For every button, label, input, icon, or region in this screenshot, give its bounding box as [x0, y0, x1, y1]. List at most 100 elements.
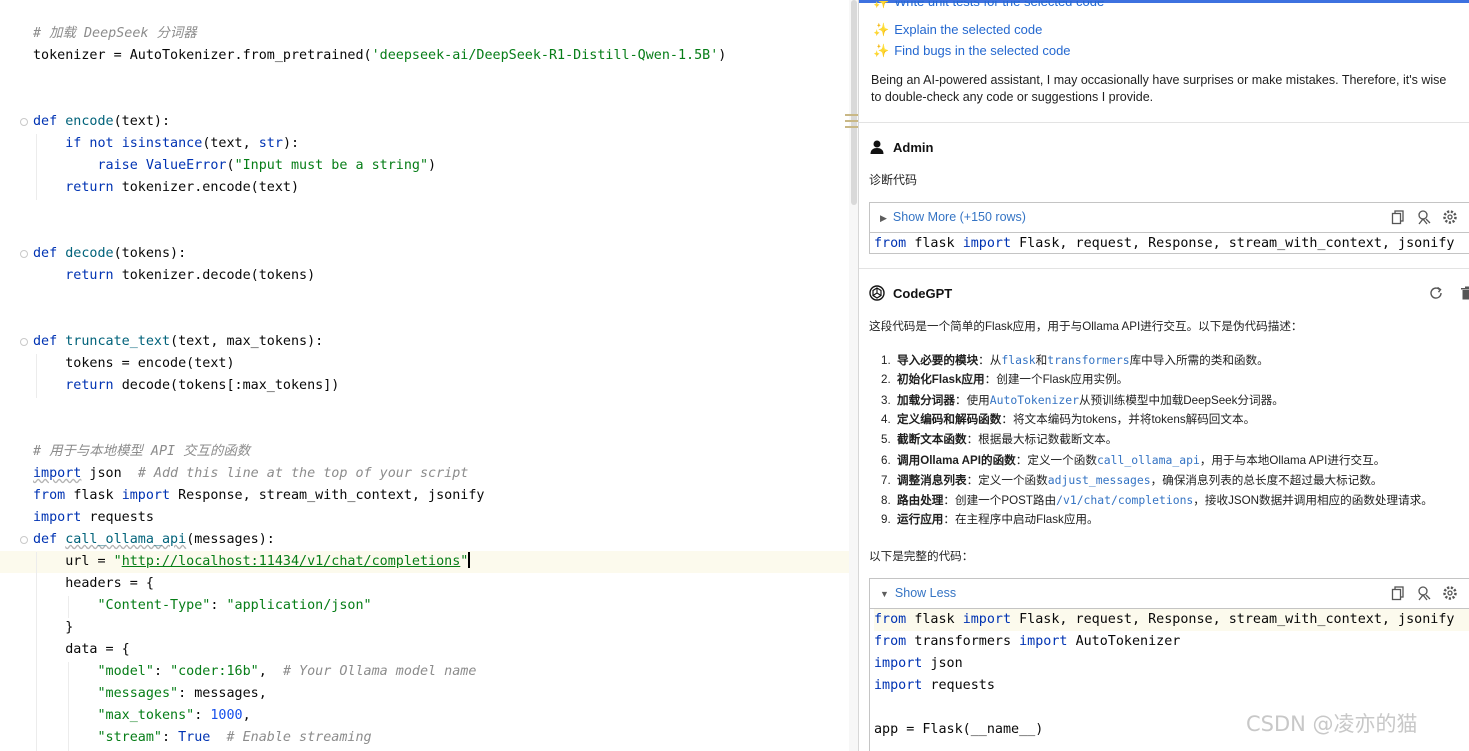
code-line-text: return tokenizer.encode(text) — [33, 177, 299, 199]
code-line[interactable] — [0, 67, 858, 89]
code-line[interactable]: headers = { — [0, 573, 858, 595]
code-line[interactable]: def call_ollama_api(messages): — [0, 529, 858, 551]
step-text: 和 — [1035, 354, 1048, 367]
suggestion-write-tests[interactable]: ✨ Write unit tests for the selected code — [873, 1, 1104, 15]
code-line[interactable]: "model": "coder:16b", # Your Ollama mode… — [0, 661, 858, 683]
splitter-grip[interactable] — [845, 114, 858, 116]
code-token: return — [33, 180, 122, 195]
code-line[interactable]: tokenizer = AutoTokenizer.from_pretraine… — [0, 45, 858, 67]
code-line-text: # 用于与本地模型 API 交互的函数 — [33, 441, 250, 463]
fold-marker[interactable] — [20, 118, 28, 126]
code-line[interactable]: # 用于与本地模型 API 交互的函数 — [0, 441, 858, 463]
code-line[interactable]: def truncate_text(text, max_tokens): — [0, 331, 858, 353]
trash-icon[interactable] — [1459, 285, 1469, 301]
code-line-text: tokens = encode(text) — [33, 353, 234, 375]
pseudocode-step-list: 1. 导入必要的模块：从flask和transformers库中导入所需的类和函数… — [881, 350, 1433, 530]
user-code-preview[interactable]: from flask import Flask, request, Respon… — [870, 233, 1469, 255]
user-code-block: ▶ Show More (+150 rows) from flask import… — [869, 202, 1469, 254]
expand-triangle-icon: ▶ — [880, 213, 887, 223]
code-line[interactable]: "Content-Type": "application/json" — [0, 595, 858, 617]
code-line-text: def truncate_text(text, max_tokens): — [33, 331, 323, 353]
code-line[interactable]: } — [0, 617, 858, 639]
code-token: Flask, request, Response, stream_with_co… — [1019, 612, 1455, 627]
code-line[interactable]: return tokenizer.decode(tokens) — [0, 265, 858, 287]
user-message-header: Admin — [869, 136, 933, 158]
show-more-toggle[interactable]: ▶ Show More (+150 rows) — [880, 210, 1026, 224]
splitter-grip[interactable] — [845, 120, 858, 122]
code-line[interactable]: return decode(tokens[:max_tokens]) — [0, 375, 858, 397]
step-number: 9. — [881, 513, 891, 526]
step-number: 5. — [881, 433, 891, 446]
code-line[interactable] — [0, 287, 858, 309]
code-editor[interactable]: # 加载 DeepSeek 分词器 tokenizer = AutoTokeniz… — [0, 0, 858, 751]
code-token: tokenizer.encode(text) — [121, 180, 300, 195]
show-less-toggle[interactable]: ▼ Show Less — [880, 586, 956, 600]
pseudocode-step: 3. 加载分词器：使用AutoTokenizer从预训练模型中加载DeepSeek… — [881, 390, 1433, 410]
code-line[interactable] — [0, 397, 858, 419]
code-line[interactable] — [0, 309, 858, 331]
copy-icon[interactable] — [1390, 209, 1406, 225]
code-line[interactable]: data = { — [0, 639, 858, 661]
code-line-text: if not isinstance(text, str): — [33, 133, 299, 155]
copy-icon[interactable] — [1390, 585, 1406, 601]
code-line[interactable]: def encode(text): — [0, 111, 858, 133]
code-line[interactable]: def decode(tokens): — [0, 243, 858, 265]
code-line[interactable]: url = "http://localhost:11434/v1/chat/co… — [0, 551, 858, 573]
fold-marker[interactable] — [20, 250, 28, 258]
code-token: import — [962, 612, 1020, 627]
code-line[interactable] — [0, 89, 858, 111]
splitter-grip[interactable] — [845, 126, 858, 128]
code-line-text: "max_tokens": 1000, — [33, 705, 250, 727]
gear-icon[interactable] — [1442, 209, 1458, 225]
code-token: " — [113, 554, 122, 569]
code-line[interactable]: raise ValueError("Input must be a string… — [0, 155, 858, 177]
step-title: 初始化Flask应用 — [897, 373, 985, 386]
code-line[interactable] — [0, 199, 858, 221]
step-text: ，确保消息列表的总长度不超过最大标记数。 — [1150, 474, 1383, 487]
show-more-label: Show More (+150 rows) — [892, 210, 1026, 224]
code-line[interactable] — [0, 221, 858, 243]
code-token: if not — [33, 136, 122, 151]
code-line[interactable] — [0, 419, 858, 441]
step-title: 导入必要的模块 — [897, 354, 979, 367]
diff-icon[interactable] — [1416, 209, 1432, 225]
diff-icon[interactable] — [1416, 585, 1432, 601]
code-line[interactable]: from flask import Response, stream_with_… — [0, 485, 858, 507]
user-message-text: 诊断代码 — [869, 173, 918, 187]
suggestion-explain-code[interactable]: ✨ Explain the selected code — [873, 22, 1042, 40]
code-line[interactable]: tokens = encode(text) — [0, 353, 858, 375]
code-token: ) — [428, 158, 437, 173]
user-name: Admin — [893, 139, 934, 155]
code-line[interactable]: "messages": messages, — [0, 683, 858, 705]
regenerate-icon[interactable] — [1428, 285, 1444, 301]
code-token: "coder:16b" — [170, 664, 259, 679]
code-line[interactable]: "max_tokens": 1000, — [0, 705, 858, 727]
code-line[interactable]: import json # Add this line at the top o… — [0, 463, 858, 485]
code-token: import — [121, 488, 179, 503]
code-token: from — [33, 488, 74, 503]
step-title: 加载分词器 — [897, 394, 955, 407]
code-line-text: import requests — [33, 507, 154, 529]
code-line[interactable]: if not isinstance(text, str): — [0, 133, 858, 155]
gear-icon[interactable] — [1442, 585, 1458, 601]
code-token: url = — [33, 554, 114, 569]
editor-scrollbar-thumb[interactable] — [851, 0, 857, 205]
code-token: AutoTokenizer — [1075, 634, 1181, 649]
code-token: def — [33, 334, 66, 349]
code-token: (text): — [113, 114, 171, 129]
code-block-header: ▼ Show Less — [870, 579, 1469, 609]
code-token: def — [33, 114, 66, 129]
code-line[interactable]: import requests — [0, 507, 858, 529]
code-line[interactable]: return tokenizer.encode(text) — [0, 177, 858, 199]
fold-marker[interactable] — [20, 338, 28, 346]
code-token: : — [210, 598, 227, 613]
code-line[interactable]: # 加载 DeepSeek 分词器 — [0, 23, 858, 45]
code-line[interactable]: "stream": True # Enable streaming — [0, 727, 858, 749]
step-text: ：从 — [978, 354, 1002, 367]
code-token: requests — [89, 510, 154, 525]
suggestion-find-bugs[interactable]: ✨ Find bugs in the selected code — [873, 43, 1071, 61]
code-token: "stream" — [33, 730, 162, 745]
fold-marker[interactable] — [20, 536, 28, 544]
code-line-text: def encode(text): — [33, 111, 170, 133]
code-token: transformers — [914, 634, 1020, 649]
